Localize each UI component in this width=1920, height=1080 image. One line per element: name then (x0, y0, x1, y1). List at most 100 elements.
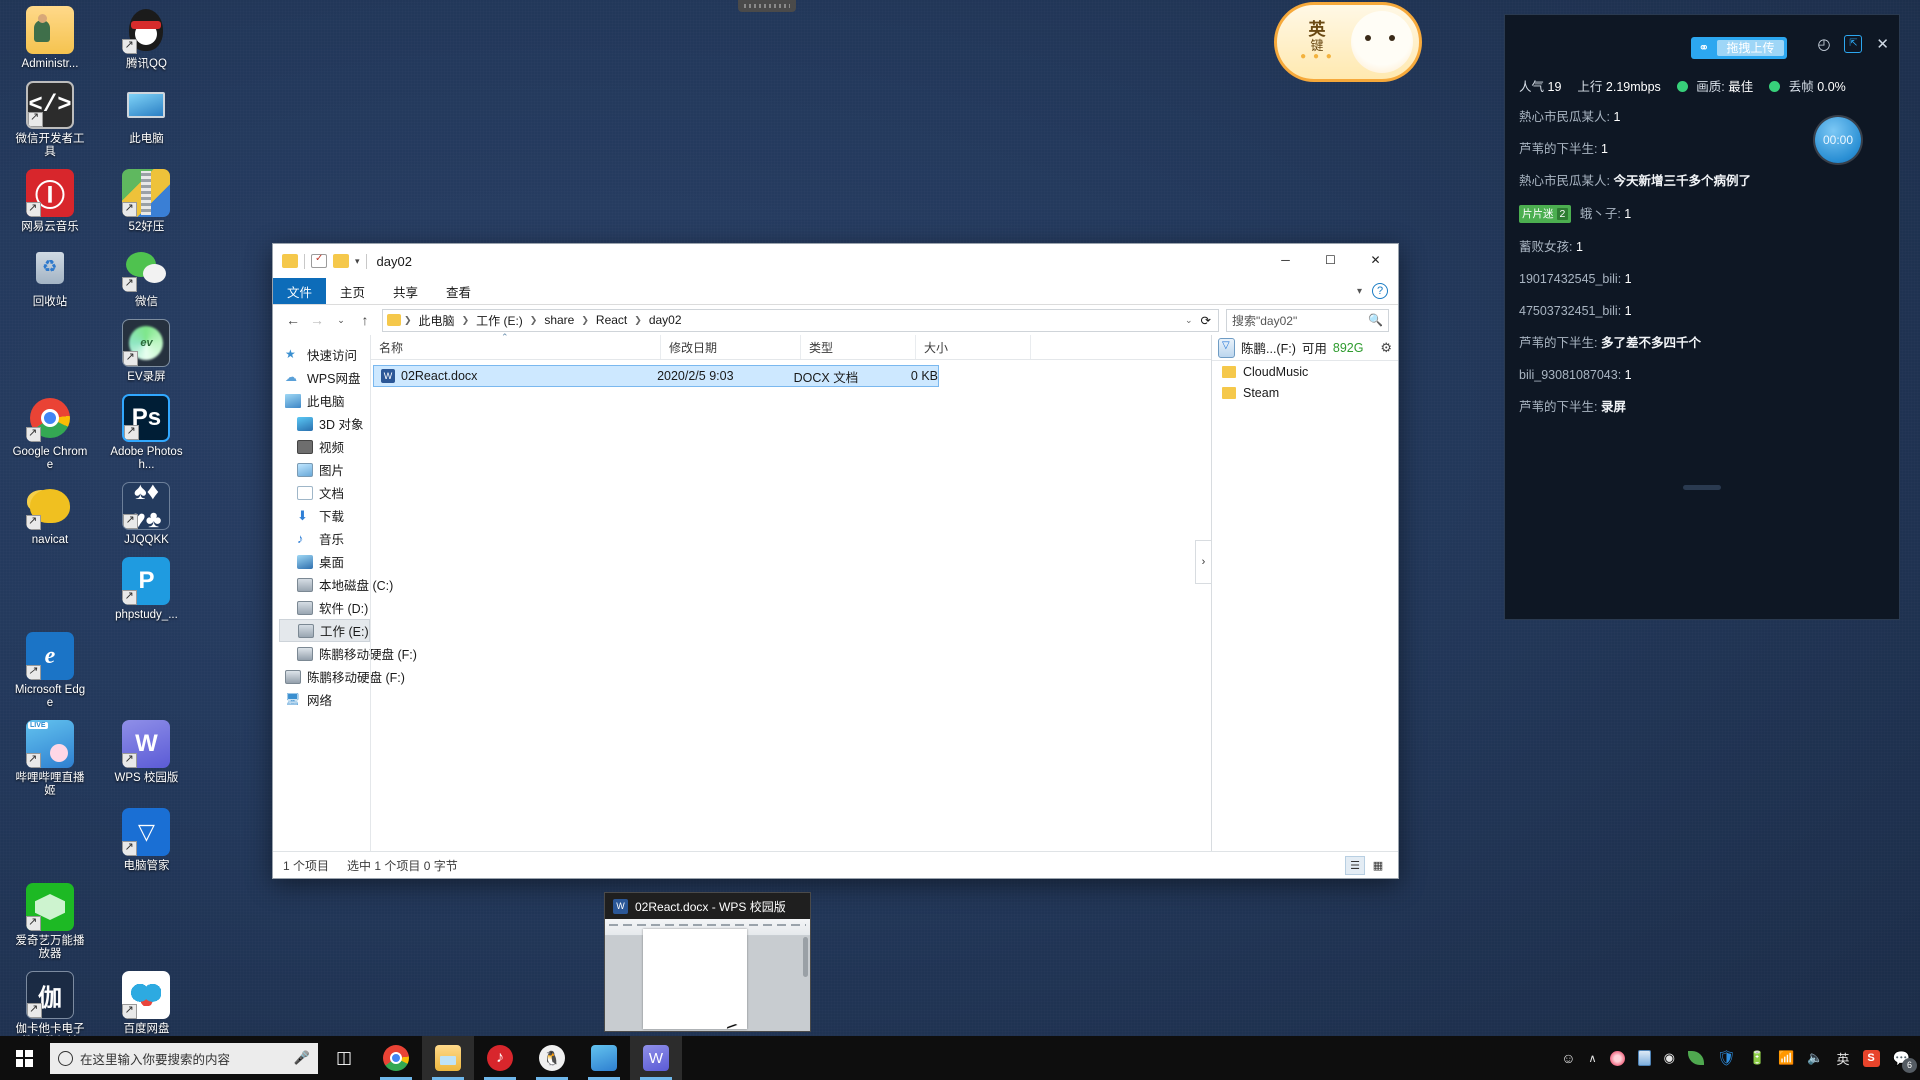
nav-item-drive-f[interactable]: 陈鹏移动硬盘 (F:) (279, 665, 405, 688)
breadcrumb[interactable]: ❯ 此电脑 ❯ 工作 (E:) ❯ share ❯ React ❯ day02 … (382, 308, 1219, 332)
details-view-icon[interactable]: ☰ (1345, 855, 1365, 875)
taskbar[interactable]: 在这里输入你要搜索的内容 🎤 ◫ ♪ 🐧 W ☺ ∧ ◉ 🛡 🔋 📶 🔈 英 S… (0, 1036, 1920, 1080)
desktop-icon-phpstudy[interactable]: P phpstudy_... (108, 557, 184, 622)
thumbnail-image[interactable] (605, 919, 810, 1031)
recent-locations-button[interactable]: ⌄ (330, 309, 352, 331)
livestream-chat-list[interactable]: 00:00 熱心市民瓜某人: 1 芦苇的下半生: 1 熱心市民瓜某人: 今天新增… (1505, 99, 1899, 415)
taskbar-item-file-explorer[interactable] (422, 1036, 474, 1080)
desktop-icon-bilibili-live[interactable]: LIVE 哔哩哔哩直播姬 (12, 720, 88, 798)
breadcrumb-this-pc[interactable]: 此电脑 (415, 311, 459, 330)
nav-item-quick-access[interactable]: ★ 快速访问 (279, 343, 370, 366)
nav-item-videos[interactable]: 视频 (279, 435, 370, 458)
gear-icon[interactable]: ⚙ (1380, 340, 1392, 356)
show-hidden-icons-chevron[interactable]: ∧ (1589, 1052, 1597, 1065)
column-header-modified[interactable]: 修改日期 (661, 335, 801, 359)
desktop-icon-pc-manager[interactable]: 电脑管家 (108, 808, 184, 873)
nav-item-drive-c[interactable]: 本地磁盘 (C:) (279, 573, 393, 596)
microphone-icon[interactable]: 🎤 (294, 1050, 310, 1066)
tab-file[interactable]: 文件 (273, 278, 327, 304)
taskbar-search-input[interactable]: 在这里输入你要搜索的内容 🎤 (50, 1042, 318, 1074)
device-pane-header[interactable]: 陈鹏...(F:) 可用 892G ⚙ (1212, 335, 1398, 361)
nav-item-drive-f-child[interactable]: 陈鹏移动硬盘 (F:) (279, 642, 417, 665)
drag-upload-button[interactable]: ⚭ 拖拽上传 (1691, 37, 1787, 59)
table-row[interactable]: W 02React.docx 2020/2/5 9:03 DOCX 文档 0 K… (373, 365, 939, 387)
desktop-icon-tencent-qq[interactable]: 腾讯QQ (108, 6, 184, 71)
task-view-button[interactable]: ◫ (318, 1036, 370, 1080)
sogou-ime-icon[interactable]: S (1862, 1049, 1880, 1067)
chevron-down-icon[interactable]: ▾ (355, 256, 360, 267)
battery-icon[interactable]: 🔋 (1749, 1050, 1765, 1066)
collapse-pane-button[interactable]: › (1195, 540, 1211, 584)
screen-recorder-toolbar-pill[interactable] (738, 0, 796, 12)
desktop-icon-photoshop[interactable]: Ps Adobe Photosh... (108, 394, 184, 472)
nav-item-drive-e[interactable]: 工作 (E:) (279, 619, 370, 642)
device-folder-steam[interactable]: Steam (1212, 382, 1398, 403)
volume-icon[interactable]: 🔈 (1807, 1050, 1823, 1066)
flower-app-icon[interactable] (1609, 1050, 1625, 1066)
system-tray[interactable]: ☺ ∧ ◉ 🛡 🔋 📶 🔈 英 S 💬 6 (1561, 1049, 1920, 1073)
close-button[interactable]: ✕ (1353, 244, 1398, 276)
breadcrumb-drive-e[interactable]: 工作 (E:) (472, 311, 527, 330)
nav-item-documents[interactable]: 文档 (279, 481, 370, 504)
screenshot-icon[interactable]: ⇱ (1844, 35, 1863, 53)
nav-item-network[interactable]: 🖥 网络 (279, 688, 370, 711)
new-folder-icon[interactable] (333, 254, 349, 268)
refresh-icon[interactable]: ⟳ (1201, 313, 1211, 328)
minimize-button[interactable]: ─ (1263, 244, 1308, 276)
forward-button[interactable]: → (306, 309, 328, 331)
desktop-icon-chrome[interactable]: Google Chrome (12, 394, 88, 472)
desktop-icon-navicat[interactable]: navicat (12, 482, 88, 547)
resize-grip-handle[interactable] (1683, 485, 1721, 490)
file-explorer-window[interactable]: ▾ day02 ─ ☐ ✕ 文件 主页 共享 查看 ▾ ? ← → ⌄ ↑ (272, 243, 1399, 879)
device-pane[interactable]: 陈鹏...(F:) 可用 892G ⚙ CloudMusic Steam (1211, 335, 1398, 851)
usb-safely-remove-icon[interactable] (1637, 1050, 1651, 1066)
nav-item-downloads[interactable]: ⬇ 下载 (279, 504, 370, 527)
jiakataka-tray-icon[interactable]: ◉ (1664, 1050, 1675, 1066)
desktop-icon-wps[interactable]: W WPS 校园版 (108, 720, 184, 785)
ime-status-badge[interactable]: 英 键 ● ● ● (1274, 2, 1422, 82)
folder-icon[interactable] (282, 254, 298, 268)
desktop-icon-iqiyi-player[interactable]: 爱奇艺万能播放器 (12, 883, 88, 961)
explorer-title-bar[interactable]: ▾ day02 ─ ☐ ✕ (273, 244, 1398, 278)
livestream-window-controls[interactable]: ◴ ⇱ ✕ (1817, 35, 1889, 53)
breadcrumb-day02[interactable]: day02 (645, 312, 686, 328)
desktop-icon-edge[interactable]: e Microsoft Edge (12, 632, 88, 710)
tiles-view-icon[interactable]: ▦ (1368, 856, 1388, 875)
properties-icon[interactable] (311, 253, 327, 268)
column-header-type[interactable]: 类型 (801, 335, 916, 359)
nav-item-music[interactable]: ♪ 音乐 (279, 527, 370, 550)
search-icon[interactable]: 🔍 (1368, 313, 1383, 327)
up-button[interactable]: ↑ (354, 309, 376, 331)
nav-item-wps-cloud[interactable]: ☁ WPS网盘 (279, 366, 370, 389)
taskbar-item-wps[interactable]: W (630, 1036, 682, 1080)
address-bar[interactable]: ← → ⌄ ↑ ❯ 此电脑 ❯ 工作 (E:) ❯ share ❯ React … (273, 305, 1398, 335)
file-name-cell[interactable]: W 02React.docx (374, 369, 657, 383)
desktop-icon-baidu-netdisk[interactable]: 百度网盘 (108, 971, 184, 1036)
taskbar-item-bilibili-live[interactable] (578, 1036, 630, 1080)
desktop-icon-wechat-devtools[interactable]: </> 微信开发者工具 (12, 81, 88, 159)
expand-ribbon-icon[interactable]: ▾ (1357, 286, 1362, 297)
tab-home[interactable]: 主页 (326, 278, 379, 304)
tab-share[interactable]: 共享 (379, 278, 432, 304)
nav-item-this-pc[interactable]: 此电脑 (279, 389, 370, 412)
desktop-icon-ev-recorder[interactable]: EV录屏 (108, 319, 184, 384)
wifi-icon[interactable]: 📶 (1778, 1050, 1794, 1066)
window-controls[interactable]: ─ ☐ ✕ (1263, 244, 1398, 276)
desktop-icon-administrator[interactable]: Administr... (12, 6, 88, 71)
camera-icon[interactable]: ◴ (1817, 35, 1830, 53)
start-button[interactable] (0, 1036, 48, 1080)
maximize-button[interactable]: ☐ (1308, 244, 1353, 276)
desktop-icon-wechat[interactable]: 微信 (108, 244, 184, 309)
search-input[interactable]: 搜索"day02" 🔍 (1226, 308, 1389, 332)
desktop-icon-haozip[interactable]: 52好压 (108, 169, 184, 234)
desktop-icon-this-pc[interactable]: 此电脑 (108, 81, 184, 146)
breadcrumb-share[interactable]: share (540, 312, 578, 328)
ime-language-icon[interactable]: 英 (1837, 1049, 1850, 1068)
navigation-pane[interactable]: ★ 快速访问 ☁ WPS网盘 此电脑 3D 对象 视频 图片 文档 ⬇ 下载 ♪… (273, 335, 417, 851)
taskbar-item-chrome[interactable] (370, 1036, 422, 1080)
close-icon[interactable]: ✕ (1876, 35, 1889, 53)
taskbar-thumbnail-preview[interactable]: W 02React.docx - WPS 校园版 (604, 892, 811, 1032)
column-header-size[interactable]: 大小 (916, 335, 1031, 359)
nav-item-drive-d[interactable]: 软件 (D:) (279, 596, 370, 619)
breadcrumb-react[interactable]: React (592, 312, 631, 328)
